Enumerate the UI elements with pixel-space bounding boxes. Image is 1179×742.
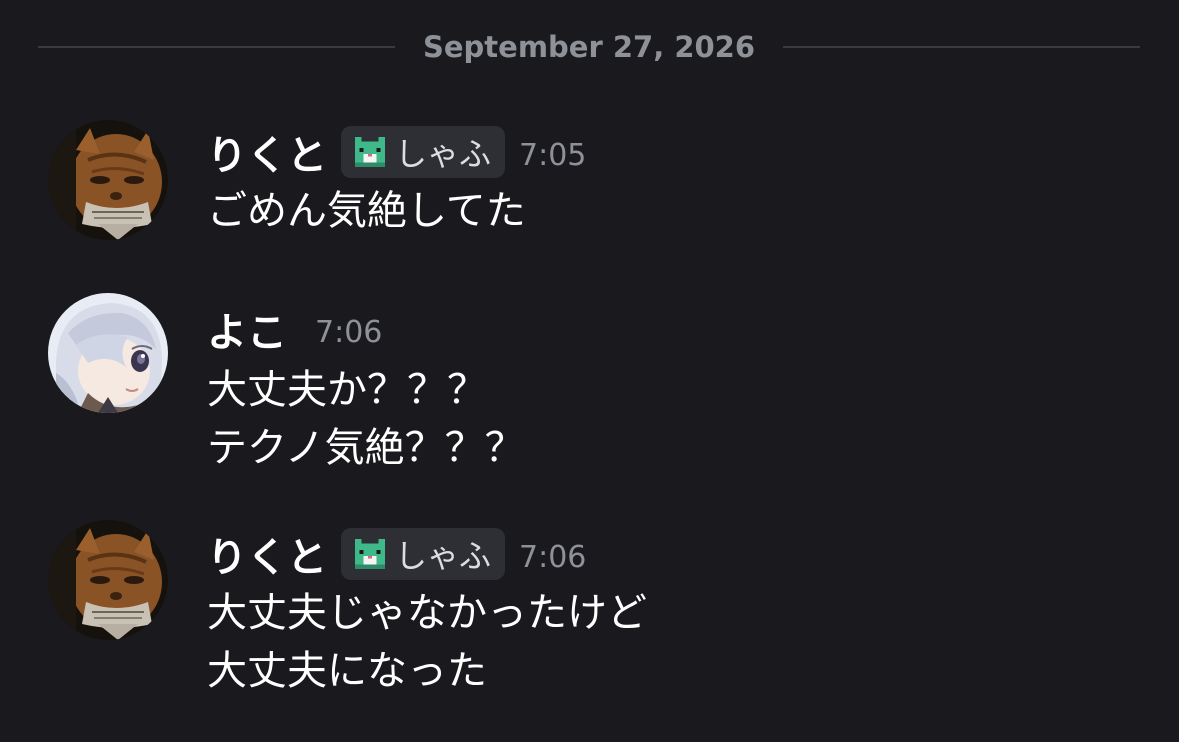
divider-line-left xyxy=(38,46,395,48)
timestamp: 7:06 xyxy=(519,539,587,575)
message-text: 大丈夫か？？？ xyxy=(207,367,487,413)
username[interactable]: りくと xyxy=(207,525,327,583)
message-text: テクノ気絶？？？ xyxy=(207,425,525,471)
cat-avatar-icon xyxy=(48,120,168,240)
pixel-cat-icon xyxy=(355,539,385,569)
user-avatar[interactable] xyxy=(48,520,168,640)
user-avatar[interactable] xyxy=(48,120,168,240)
timestamp: 7:05 xyxy=(519,137,587,173)
pixel-cat-icon xyxy=(355,137,385,167)
role-tag[interactable]: しゃふ xyxy=(341,126,506,178)
role-tag-label: しゃふ xyxy=(395,135,492,173)
role-tag[interactable]: しゃふ xyxy=(341,528,506,580)
anime-girl-avatar-icon xyxy=(48,293,168,413)
user-avatar[interactable] xyxy=(48,293,168,413)
date-divider-text: September 27, 2026 xyxy=(422,30,756,64)
cat-avatar-icon xyxy=(48,520,168,640)
message-text: ごめん気絶してた xyxy=(207,188,526,234)
username[interactable]: りくと xyxy=(207,123,327,181)
timestamp: 7:06 xyxy=(315,314,383,350)
message-text: 大丈夫になった xyxy=(207,648,487,694)
date-divider: September 27, 2026 xyxy=(38,22,1141,72)
divider-line-right xyxy=(783,46,1141,48)
username[interactable]: よこ xyxy=(207,300,287,358)
role-tag-label: しゃふ xyxy=(395,537,492,575)
message-text: 大丈夫じゃなかったけど xyxy=(207,590,647,636)
